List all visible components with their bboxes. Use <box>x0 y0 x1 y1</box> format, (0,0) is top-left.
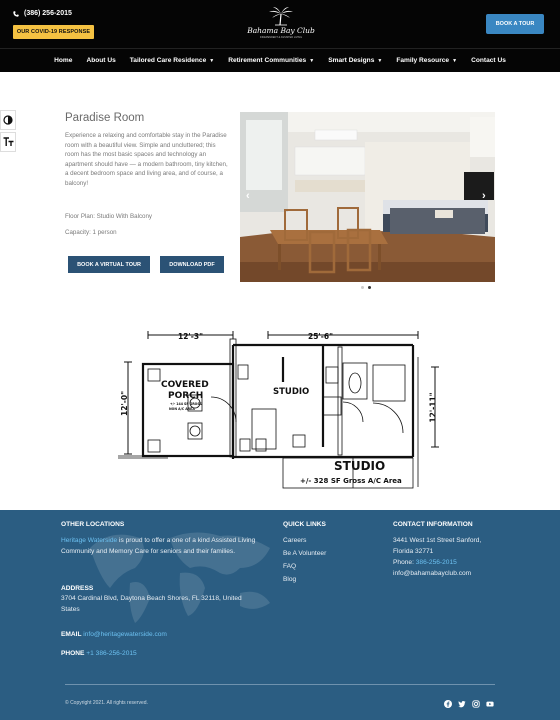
carousel-dot-active[interactable] <box>368 286 371 289</box>
floor-plan-drawing: 12'-3" 25'-6" 12'-0" 12'-11" COVERED POR… <box>118 327 443 489</box>
footer-divider <box>65 684 495 685</box>
covid-response-button[interactable]: OUR COVID-19 RESPONSE <box>13 25 94 39</box>
caret-down-icon: ▼ <box>209 57 215 64</box>
email-line: EMAIL info@heritagewaterside.com <box>61 631 167 638</box>
carousel-prev-icon[interactable]: ‹ <box>246 190 250 202</box>
phone-icon <box>13 10 19 17</box>
dimension-top-right: 25'-6" <box>308 332 333 341</box>
caret-down-icon: ▼ <box>452 57 458 64</box>
dimension-left: 12'-0" <box>119 391 129 416</box>
accessibility-toolbar <box>0 110 16 154</box>
other-locations-heading: OTHER LOCATIONS <box>61 521 125 528</box>
contrast-icon <box>3 115 13 125</box>
address-heading: ADDRESS <box>61 585 94 592</box>
floor-plan-type: Floor Plan: Studio With Balcony <box>65 213 153 220</box>
copyright-text: © Copyright 2021. All rights reserved. <box>65 700 148 706</box>
room-photo <box>240 112 495 282</box>
contrast-toggle-button[interactable] <box>0 110 16 130</box>
text-size-button[interactable] <box>0 132 16 152</box>
nav-item-retirement-communities[interactable]: Retirement Communities ▼ <box>228 57 314 64</box>
site-logo[interactable]: Bahama Bay Club INDEPENDENT & ASSISTED L… <box>247 6 315 43</box>
nav-item-home[interactable]: Home <box>54 57 72 64</box>
phone-line: PHONE +1 386-256-2015 <box>61 650 137 657</box>
nav-item-label: Contact Us <box>471 57 506 64</box>
nav-item-contact-us[interactable]: Contact Us <box>471 57 506 64</box>
room-capacity: Capacity: 1 person <box>65 229 117 236</box>
header-phone[interactable]: (386) 256-2015 <box>13 10 72 17</box>
phone-link[interactable]: +1 386-256-2015 <box>86 650 136 657</box>
quick-link-blog[interactable]: Blog <box>283 576 326 589</box>
palm-tree-logo-icon <box>269 7 293 26</box>
floor-plan-lines <box>118 331 439 489</box>
room-description: Experience a relaxing and comfortable st… <box>65 132 228 188</box>
twitter-icon[interactable] <box>457 699 466 708</box>
contact-email[interactable]: info@bahamabayclub.com <box>393 569 471 580</box>
social-links <box>443 699 494 708</box>
studio-gross-area: +/- 328 SF Gross A/C Area <box>300 477 402 485</box>
porch-label-line1: COVERED <box>161 380 209 390</box>
quick-links-list: Careers Be A Volunteer FAQ Blog <box>283 537 326 589</box>
phone-heading: PHONE <box>61 650 85 657</box>
dimension-right: 12'-11" <box>428 392 438 423</box>
quick-link-careers[interactable]: Careers <box>283 537 326 550</box>
address-text: 3704 Cardinal Blvd, Daytona Beach Shores… <box>61 595 242 613</box>
email-heading: EMAIL <box>61 631 82 638</box>
studio-label-large: STUDIO <box>334 459 386 473</box>
caret-down-icon: ▼ <box>377 57 383 64</box>
main-nav: Home About Us Tailored Care Residence ▼ R… <box>0 48 560 72</box>
studio-label-small: STUDIO <box>273 387 310 397</box>
nav-item-label: Retirement Communities <box>228 57 307 64</box>
nav-item-label: Home <box>54 57 73 64</box>
porch-sub-line2: NON A/C AREA <box>169 407 195 411</box>
nav-item-label: Smart Designs <box>328 57 375 64</box>
porch-sub-line1: +/- 144 SF GROSS <box>170 402 202 406</box>
youtube-icon[interactable] <box>485 699 494 708</box>
dimension-top-left: 12'-3" <box>178 332 203 341</box>
carousel-next-icon[interactable]: › <box>482 190 486 202</box>
quick-link-volunteer[interactable]: Be A Volunteer <box>283 550 326 563</box>
facebook-icon[interactable] <box>443 699 452 708</box>
book-a-tour-button[interactable]: BOOK A TOUR <box>486 14 544 34</box>
text-size-icon <box>3 137 13 146</box>
nav-item-label: Family Resource <box>396 57 450 64</box>
nav-item-label: Tailored Care Residence <box>129 57 207 64</box>
logo-subtext: INDEPENDENT & ASSISTED LIVING <box>259 35 303 39</box>
email-link[interactable]: info@heritagewaterside.com <box>83 631 167 638</box>
instagram-icon[interactable] <box>471 699 480 708</box>
logo-text: Bahama Bay Club <box>247 26 315 35</box>
carousel-dot[interactable] <box>361 286 364 289</box>
contact-address: 3441 West 1st Street Sanford, Florida 32… <box>393 537 482 555</box>
porch-label-line2: PORCH <box>168 391 204 401</box>
nav-item-family-resource[interactable]: Family Resource ▼ <box>396 57 457 64</box>
room-photo-illustration <box>240 112 495 282</box>
contact-phone-link[interactable]: 386-256-2015 <box>416 559 457 566</box>
heritage-waterside-link[interactable]: Heritage Waterside <box>61 537 117 544</box>
contact-phone-prefix: Phone: <box>393 559 416 566</box>
nav-item-label: About Us <box>86 57 116 64</box>
carousel-dots <box>361 286 371 289</box>
download-pdf-button[interactable]: DOWNLOAD PDF <box>160 256 224 273</box>
contact-phone: Phone: 386-256-2015 <box>393 558 457 569</box>
top-header: (386) 256-2015 OUR COVID-19 RESPONSE Bah… <box>0 0 560 48</box>
other-locations-text: Heritage Waterside is proud to offer a o… <box>61 536 261 558</box>
room-title: Paradise Room <box>65 112 145 124</box>
nav-item-about-us[interactable]: About Us <box>86 57 115 64</box>
quick-link-faq[interactable]: FAQ <box>283 563 326 576</box>
quick-links-heading: QUICK LINKS <box>283 521 326 528</box>
caret-down-icon: ▼ <box>309 57 315 64</box>
header-phone-text: (386) 256-2015 <box>24 10 72 17</box>
nav-item-smart-designs[interactable]: Smart Designs ▼ <box>328 57 382 64</box>
nav-item-tailored-care-residence[interactable]: Tailored Care Residence ▼ <box>130 57 214 64</box>
contact-info-heading: CONTACT INFORMATION <box>393 521 473 528</box>
book-virtual-tour-button[interactable]: BOOK A VIRTUAL TOUR <box>68 256 150 273</box>
